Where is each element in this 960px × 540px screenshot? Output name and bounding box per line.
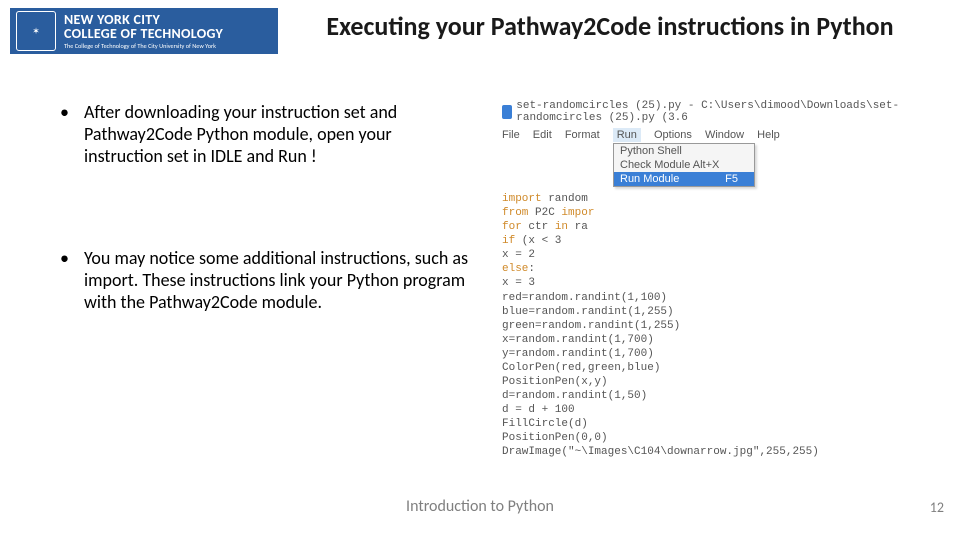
menu-window[interactable]: Window: [705, 129, 744, 141]
bullet-dot-icon: •: [60, 102, 84, 168]
code-line: PositionPen(x,y): [502, 375, 922, 389]
run-module-key: F5: [725, 173, 738, 185]
code-line: red=random.randint(1,100): [502, 291, 922, 305]
run-module-label: Run Module: [620, 173, 679, 185]
menu-format[interactable]: Format: [565, 129, 600, 141]
code-line: PositionPen(0,0): [502, 431, 922, 445]
menu-file[interactable]: File: [502, 129, 520, 141]
run-menu-shell[interactable]: Python Shell: [614, 144, 754, 158]
run-menu-runmodule[interactable]: Run Module F5: [614, 172, 754, 186]
window-titlebar: set-randomcircles (25).py - C:\Users\dim…: [502, 100, 922, 124]
logo-text: NEW YORK CITY COLLEGE OF TECHNOLOGY The …: [64, 13, 223, 50]
code-line: y=random.randint(1,700): [502, 347, 922, 361]
code-line: x = 3: [502, 276, 922, 290]
bullet-item: • You may notice some additional instruc…: [60, 248, 470, 314]
menu-edit[interactable]: Edit: [533, 129, 552, 141]
code-line: d=random.randint(1,50): [502, 389, 922, 403]
window-title-text: set-randomcircles (25).py - C:\Users\dim…: [516, 100, 922, 124]
code-line: x = 2: [502, 248, 922, 262]
menu-bar: File Edit Format Run Options Window Help…: [502, 128, 922, 142]
python-icon: [502, 105, 512, 119]
bullet-item: • After downloading your instruction set…: [60, 102, 470, 168]
run-dropdown: Python Shell Check Module Alt+X Run Modu…: [613, 143, 755, 187]
logo-line2: COLLEGE OF TECHNOLOGY: [64, 27, 223, 41]
slide-title: Executing your Pathway2Code instructions…: [300, 10, 920, 43]
code-line: if (x < 3: [502, 234, 922, 248]
run-menu-check[interactable]: Check Module Alt+X: [614, 158, 754, 172]
logo-line3: The College of Technology of The City Un…: [64, 43, 223, 49]
code-line: ColorPen(red,green,blue): [502, 361, 922, 375]
code-line: from P2C impor: [502, 206, 922, 220]
page-number: 12: [930, 499, 944, 516]
bullet-dot-icon: •: [60, 248, 84, 314]
idle-screenshot: set-randomcircles (25).py - C:\Users\dim…: [502, 100, 922, 459]
slide-body: • After downloading your instruction set…: [60, 102, 470, 394]
code-line: blue=random.randint(1,255): [502, 305, 922, 319]
code-line: else:: [502, 262, 922, 276]
code-line: x=random.randint(1,700): [502, 333, 922, 347]
footer-text: Introduction to Python: [0, 497, 960, 516]
college-logo: ✶ NEW YORK CITY COLLEGE OF TECHNOLOGY Th…: [10, 8, 278, 54]
code-line: d = d + 100: [502, 403, 922, 417]
code-line: FillCircle(d): [502, 417, 922, 431]
code-line: green=random.randint(1,255): [502, 319, 922, 333]
menu-help[interactable]: Help: [757, 129, 780, 141]
menu-run[interactable]: Run: [613, 128, 641, 142]
bullet-text: After downloading your instruction set a…: [84, 102, 470, 168]
code-line: import random: [502, 192, 922, 206]
menu-options[interactable]: Options: [654, 129, 692, 141]
code-line: DrawImage("~\Images\C104\downarrow.jpg",…: [502, 445, 922, 459]
code-editor: import random from P2C impor for ctr in …: [502, 192, 922, 459]
seal-icon: ✶: [16, 11, 56, 51]
code-line: for ctr in ra: [502, 220, 922, 234]
bullet-text: You may notice some additional instructi…: [84, 248, 470, 314]
